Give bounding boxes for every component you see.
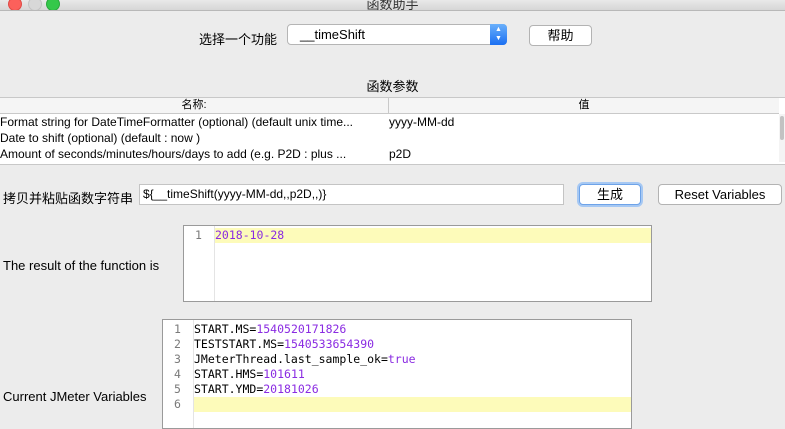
function-string-value: ${__timeShift(yyyy-MM-dd,,p2D,,)} bbox=[143, 187, 327, 201]
variable-key: START.MS bbox=[194, 322, 250, 336]
code-line: 3 JMeterThread.last_sample_ok=true bbox=[174, 352, 416, 366]
help-button[interactable]: 帮助 bbox=[529, 25, 592, 46]
variable-value: 1540533654390 bbox=[284, 337, 375, 351]
line-number: 2 bbox=[174, 337, 181, 351]
window-titlebar: 函数助手 bbox=[0, 0, 785, 11]
param-name: Format string for DateTimeFormatter (opt… bbox=[0, 115, 354, 129]
param-name: Amount of seconds/minutes/hours/days to … bbox=[0, 147, 347, 161]
column-header-name[interactable]: 名称: bbox=[0, 98, 388, 113]
code-line: 2 TESTSTART.MS=1540533654390 bbox=[174, 337, 375, 351]
window-title: 函数助手 bbox=[366, 0, 419, 11]
generate-button[interactable]: 生成 bbox=[579, 184, 641, 205]
params-scrollbar[interactable] bbox=[779, 114, 785, 162]
line-number: 3 bbox=[174, 352, 181, 366]
variable-value: 1540520171826 bbox=[256, 322, 347, 336]
param-value[interactable]: yyyy-MM-dd bbox=[389, 114, 454, 130]
line-number: 1 bbox=[195, 228, 202, 242]
variable-key: JMeterThread.last_sample_ok bbox=[194, 352, 381, 366]
params-table-header: 名称: 值 bbox=[0, 98, 779, 114]
table-row[interactable]: Date to shift (optional) (default : now … bbox=[0, 130, 779, 146]
code-line: 6 bbox=[163, 397, 631, 412]
function-select-label: 选择一个功能 bbox=[199, 32, 278, 47]
result-text-area[interactable]: 1 2018-10-28 bbox=[183, 225, 652, 302]
code-line: 4 START.HMS=101611 bbox=[174, 367, 305, 381]
variable-key: START.YMD bbox=[194, 382, 257, 396]
scrollbar-thumb[interactable] bbox=[780, 116, 784, 140]
code-line: 5 START.YMD=20181026 bbox=[174, 382, 319, 396]
variables-label: Current JMeter Variables bbox=[3, 389, 147, 404]
variable-value: 101611 bbox=[263, 367, 305, 381]
result-value: 2018-10-28 bbox=[215, 228, 285, 242]
variable-key: START.HMS bbox=[194, 367, 257, 381]
param-name: Date to shift (optional) (default : now … bbox=[0, 131, 201, 145]
line-number: 4 bbox=[174, 367, 181, 381]
param-value[interactable]: p2D bbox=[389, 146, 411, 162]
line-number: 1 bbox=[174, 322, 181, 336]
dropdown-arrows-icon[interactable]: ▲ ▼ bbox=[490, 24, 507, 45]
variable-value: 20181026 bbox=[263, 382, 319, 396]
line-number: 6 bbox=[174, 397, 181, 411]
variables-text-area[interactable]: 1 START.MS=1540520171826 2 TESTSTART.MS=… bbox=[162, 319, 632, 429]
params-section-title: 函数参数 bbox=[366, 79, 419, 94]
function-string-field[interactable]: ${__timeShift(yyyy-MM-dd,,p2D,,)} bbox=[139, 184, 564, 205]
variable-value: true bbox=[387, 352, 416, 366]
result-label: The result of the function is bbox=[3, 258, 160, 273]
line-number: 5 bbox=[174, 382, 181, 396]
table-row[interactable]: Format string for DateTimeFormatter (opt… bbox=[0, 114, 779, 130]
function-select-dropdown[interactable]: __timeShift ▲ ▼ bbox=[287, 24, 507, 45]
reset-variables-button[interactable]: Reset Variables bbox=[658, 184, 782, 205]
variable-key: TESTSTART.MS bbox=[194, 337, 278, 351]
code-line: 1 2018-10-28 bbox=[184, 228, 651, 243]
params-table: 名称: 值 Format string for DateTimeFormatte… bbox=[0, 97, 785, 165]
column-header-value[interactable]: 值 bbox=[389, 98, 779, 113]
copy-paste-label: 拷贝并粘贴函数字符串 bbox=[3, 191, 134, 206]
table-row[interactable]: Amount of seconds/minutes/hours/days to … bbox=[0, 146, 779, 162]
code-line: 1 START.MS=1540520171826 bbox=[174, 322, 347, 336]
function-select-value: __timeShift bbox=[300, 27, 366, 42]
